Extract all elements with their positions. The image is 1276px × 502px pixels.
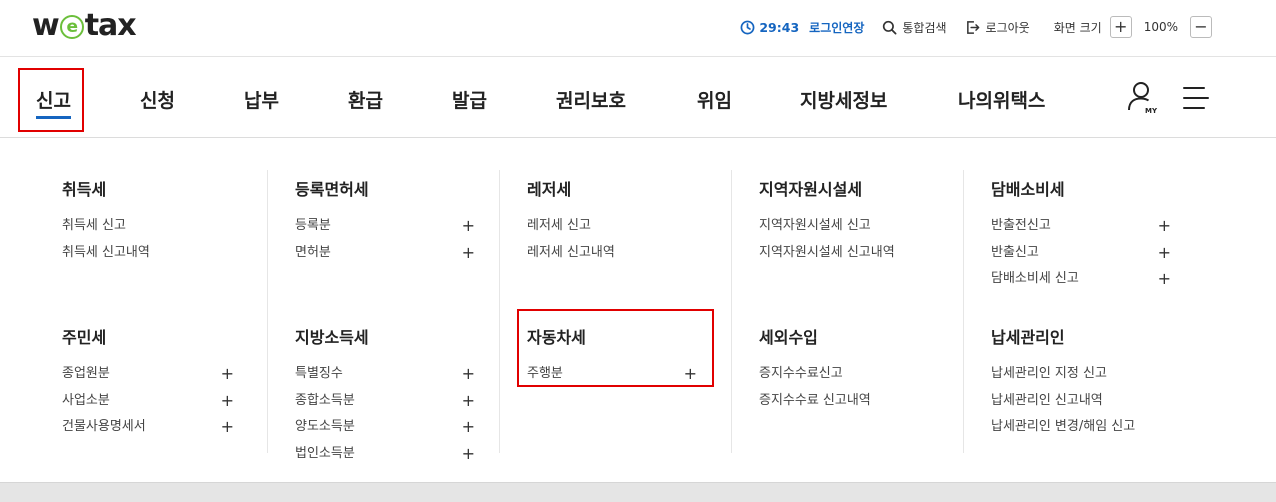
nav-highlight-box <box>18 68 84 132</box>
extend-login-button[interactable]: 로그인연장 <box>809 19 864 36</box>
search-icon <box>883 20 897 34</box>
nav-item-local-tax-info[interactable]: 지방세정보 <box>800 86 887 113</box>
menu-link[interactable]: 지역자원시설세 신고 <box>759 213 939 240</box>
group-title: 지방소득세 <box>295 328 369 347</box>
menu-link[interactable]: 납세관리인 신고내역 <box>991 388 1191 415</box>
top-utility-bar: w e tax 29:43 로그인연장 통합검색 로그아웃 화면 크기 + 10… <box>0 0 1276 57</box>
logo-e-mark: e <box>59 15 84 39</box>
menu-link[interactable]: 납세관리인 지정 신고 <box>991 361 1191 388</box>
main-navigation: 신고 신청 납부 환급 발급 권리보호 위임 지방세정보 나의위택스 MY <box>0 58 1276 138</box>
menu-link[interactable]: 레저세 신고내역 <box>527 240 707 267</box>
group-title: 지역자원시설세 <box>759 180 863 199</box>
wetax-logo[interactable]: w e tax <box>32 8 137 43</box>
menu-link[interactable]: 증지수수료 신고내역 <box>759 388 939 415</box>
logo-text-w: w <box>32 8 60 43</box>
integrated-search-button[interactable]: 통합검색 <box>882 19 947 36</box>
menu-link[interactable]: 납세관리인 변경/해임 신고 <box>991 414 1191 441</box>
expand-plus-icon[interactable]: + <box>462 240 475 267</box>
nav-item-apply[interactable]: 신청 <box>140 86 175 113</box>
nav-item-rights[interactable]: 권리보호 <box>556 86 626 113</box>
group-title: 주민세 <box>62 328 107 347</box>
menu-link[interactable]: 취득세 신고내역 <box>62 240 242 267</box>
column-divider <box>267 170 268 453</box>
nav-item-my-wetax[interactable]: 나의위택스 <box>958 86 1045 113</box>
expand-plus-icon[interactable]: + <box>221 361 234 388</box>
menu-link[interactable]: 레저세 신고 <box>527 213 707 240</box>
menu-group-non-tax-revenue: 세외수입 증지수수료신고 증지수수료 신고내역 <box>759 324 939 414</box>
menu-group-local-income-tax: 지방소득세 특별징수 + 종합소득분 + 양도소득분 + 법인소득분 + <box>295 324 475 467</box>
search-label: 통합검색 <box>902 20 947 35</box>
menu-link[interactable]: 종업원분 + <box>62 361 234 388</box>
expand-plus-icon[interactable]: + <box>462 388 475 415</box>
menu-group-regional-resource-tax: 지역자원시설세 지역자원시설세 신고 지역자원시설세 신고내역 <box>759 176 939 266</box>
menu-group-tax-administrator: 납세관리인 납세관리인 지정 신고 납세관리인 신고내역 납세관리인 변경/해임… <box>991 324 1191 441</box>
menu-link[interactable]: 반출전신고 + <box>991 213 1171 240</box>
column-divider <box>499 170 500 453</box>
expand-plus-icon[interactable]: + <box>462 441 475 468</box>
group-title: 납세관리인 <box>991 328 1065 347</box>
menu-link[interactable]: 면허분 + <box>295 240 475 267</box>
menu-link[interactable]: 특별징수 + <box>295 361 475 388</box>
session-timer: 29:43 <box>740 20 799 35</box>
utility-menu: 29:43 로그인연장 통합검색 로그아웃 화면 크기 + 100% − <box>740 16 1212 38</box>
menu-group-leisure-tax: 레저세 레저세 신고 레저세 신고내역 <box>527 176 707 266</box>
menu-link[interactable]: 반출신고 + <box>991 240 1171 267</box>
menu-link[interactable]: 사업소분 + <box>62 388 234 415</box>
group-title: 등록면허세 <box>295 180 369 199</box>
column-divider <box>731 170 732 453</box>
nav-item-refund[interactable]: 환급 <box>348 86 383 113</box>
all-menu-button[interactable] <box>1183 86 1209 114</box>
menu-link[interactable]: 증지수수료신고 <box>759 361 939 388</box>
expand-plus-icon[interactable]: + <box>221 388 234 415</box>
expand-plus-icon[interactable]: + <box>1158 266 1171 293</box>
mega-menu-panel: 취득세 취득세 신고 취득세 신고내역 등록면허세 등록분 + 면허분 + 레저세 … <box>0 139 1276 482</box>
page-footer-band <box>0 482 1276 502</box>
menu-group-tobacco-tax: 담배소비세 반출전신고 + 반출신고 + 담배소비세 신고 + <box>991 176 1171 293</box>
user-icon: MY <box>1128 82 1158 115</box>
menu-link[interactable]: 담배소비세 신고 + <box>991 266 1171 293</box>
automobile-tax-highlight-box <box>517 309 714 387</box>
screen-size-label: 화면 크기 <box>1053 20 1102 35</box>
zoom-level: 100% <box>1143 20 1178 34</box>
nav-item-delegate[interactable]: 위임 <box>697 86 732 113</box>
logout-button[interactable]: 로그아웃 <box>965 19 1030 36</box>
nav-item-issue[interactable]: 발급 <box>452 86 487 113</box>
group-title: 취득세 <box>62 180 107 199</box>
nav-item-pay[interactable]: 납부 <box>244 86 279 113</box>
menu-link[interactable]: 지역자원시설세 신고내역 <box>759 240 939 267</box>
group-title: 세외수입 <box>759 328 818 347</box>
menu-link[interactable]: 건물사용명세서 + <box>62 414 234 441</box>
logo-text-tax: tax <box>84 8 137 43</box>
expand-plus-icon[interactable]: + <box>1158 240 1171 267</box>
my-label: MY <box>1145 107 1158 115</box>
expand-plus-icon[interactable]: + <box>462 414 475 441</box>
timer-value: 29:43 <box>759 19 800 35</box>
zoom-out-button[interactable]: − <box>1190 16 1212 38</box>
menu-group-registration-license-tax: 등록면허세 등록분 + 면허분 + <box>295 176 475 266</box>
expand-plus-icon[interactable]: + <box>221 414 234 441</box>
expand-plus-icon[interactable]: + <box>462 213 475 240</box>
logout-icon <box>966 20 979 34</box>
group-title: 담배소비세 <box>991 180 1065 199</box>
clock-icon <box>740 20 755 34</box>
menu-link[interactable]: 취득세 신고 <box>62 213 242 240</box>
logout-label: 로그아웃 <box>985 20 1030 35</box>
hamburger-icon <box>1183 87 1209 109</box>
my-page-button[interactable]: MY <box>1127 80 1161 120</box>
expand-plus-icon[interactable]: + <box>1158 213 1171 240</box>
menu-link[interactable]: 양도소득분 + <box>295 414 475 441</box>
group-title: 레저세 <box>527 180 572 199</box>
menu-link[interactable]: 등록분 + <box>295 213 475 240</box>
menu-group-acquisition-tax: 취득세 취득세 신고 취득세 신고내역 <box>62 176 242 266</box>
zoom-in-button[interactable]: + <box>1109 16 1132 38</box>
column-divider <box>963 170 964 453</box>
menu-group-resident-tax: 주민세 종업원분 + 사업소분 + 건물사용명세서 + <box>62 324 234 441</box>
expand-plus-icon[interactable]: + <box>462 361 475 388</box>
menu-link[interactable]: 종합소득분 + <box>295 388 475 415</box>
menu-link[interactable]: 법인소득분 + <box>295 441 475 468</box>
